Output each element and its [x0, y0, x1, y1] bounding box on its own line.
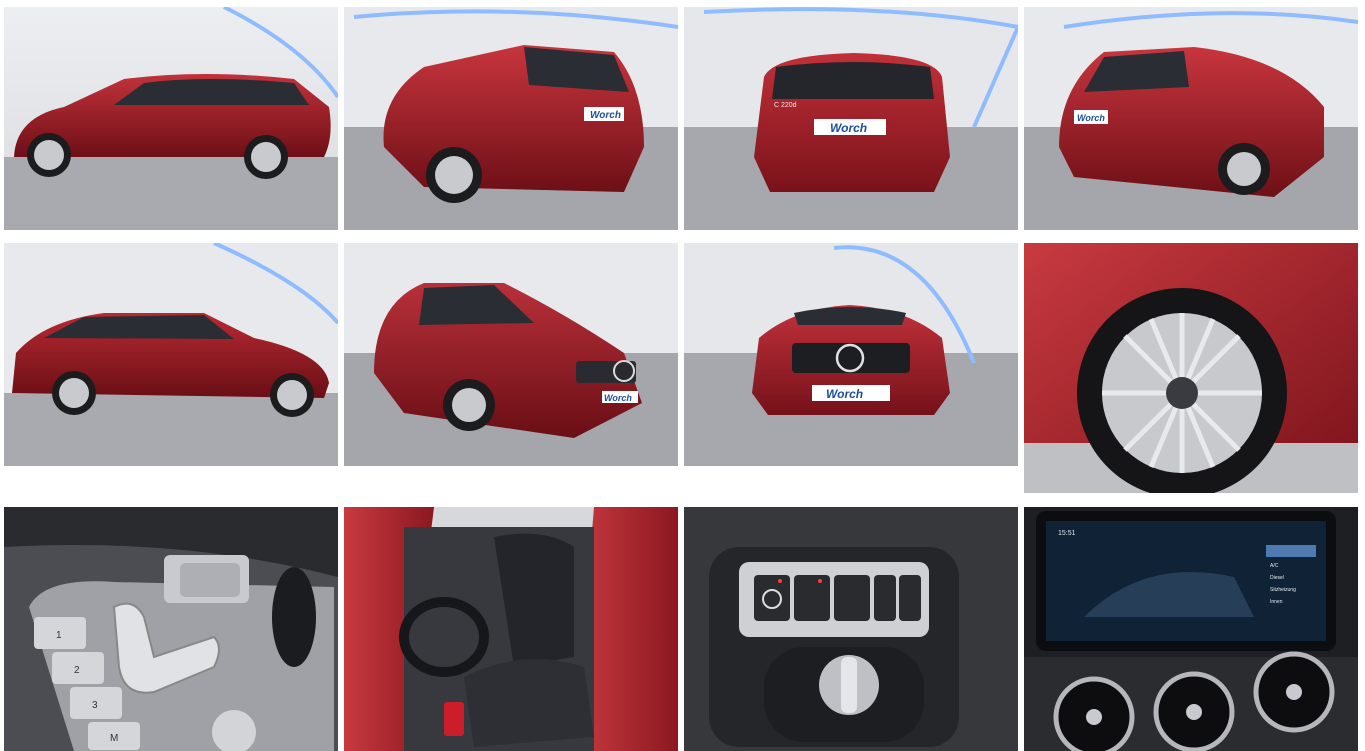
photo-rear-three-quarter-right[interactable]: Worch: [1024, 7, 1358, 230]
seat-memory-button-label: 2: [74, 665, 80, 676]
dealer-plate-text: Worch: [826, 387, 863, 401]
screen-time: 15:51: [1058, 530, 1076, 537]
dealer-plate-text: Worch: [830, 121, 867, 135]
photo-front-three-quarter-right[interactable]: Worch: [344, 243, 678, 466]
photo-infotainment[interactable]: 15:51 A/C Diesel Sitzheizung Innen: [1024, 507, 1358, 751]
seat-memory-button-label: 1: [56, 630, 62, 641]
photo-front[interactable]: Worch: [684, 243, 1018, 466]
screen-menu-item: A/C: [1270, 563, 1279, 569]
photo-driver-seat[interactable]: [344, 507, 678, 751]
photo-wheel-detail[interactable]: [1024, 243, 1358, 493]
photo-rear[interactable]: Worch C 220d: [684, 7, 1018, 230]
photo-seat-controls[interactable]: 1 2 3 M: [4, 507, 338, 751]
dealer-plate-text: Worch: [1077, 113, 1105, 123]
seat-memory-button-label: 3: [92, 700, 98, 711]
model-badge: C 220d: [774, 102, 797, 109]
dealer-plate-text: Worch: [590, 110, 621, 121]
screen-menu-item: Diesel: [1270, 575, 1284, 581]
dealer-plate-text: Worch: [604, 393, 632, 403]
photo-side-right[interactable]: [4, 243, 338, 466]
photo-rear-three-quarter-left[interactable]: Worch: [344, 7, 678, 230]
photo-gallery: Worch Worch C 220d Worch Worch Worch 1 2…: [0, 0, 1365, 751]
photo-light-switch[interactable]: [684, 507, 1018, 751]
screen-menu-item: Innen: [1270, 599, 1283, 605]
photo-side-left[interactable]: [4, 7, 338, 230]
screen-menu-item: Sitzheizung: [1270, 587, 1296, 593]
seat-memory-button-label: M: [110, 733, 118, 744]
